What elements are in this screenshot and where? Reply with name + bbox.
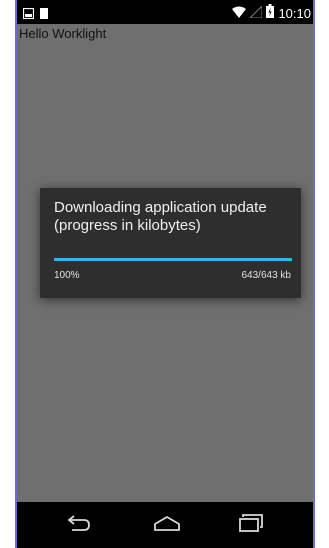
status-bar: 10:10 (17, 0, 313, 24)
status-time: 10:10 (278, 5, 311, 21)
back-button[interactable] (59, 510, 99, 540)
home-icon (153, 515, 181, 536)
recent-apps-button[interactable] (231, 510, 271, 540)
progress-bar (54, 258, 292, 261)
back-icon (66, 514, 92, 537)
status-system: 10:10 (232, 4, 311, 23)
progress-bar-fill (54, 258, 292, 261)
storage-notification-icon (40, 6, 48, 24)
status-notifications (22, 6, 48, 24)
battery-icon (266, 4, 275, 23)
wifi-icon (232, 5, 247, 23)
image-notification-icon (22, 6, 35, 24)
home-button[interactable] (147, 510, 187, 540)
progress-count: 643/643 kb (241, 270, 292, 281)
navigation-bar (17, 502, 313, 548)
recent-apps-icon (238, 513, 264, 537)
signal-icon (249, 4, 263, 23)
download-progress-dialog: Downloading application update (progress… (40, 188, 301, 298)
phone-screen: 10:10 Hello Worklight Downloading applic… (15, 0, 315, 548)
progress-percent: 100% (54, 270, 80, 281)
dialog-title: Downloading application update (progress… (54, 199, 267, 234)
greeting-text: Hello Worklight (19, 26, 107, 41)
